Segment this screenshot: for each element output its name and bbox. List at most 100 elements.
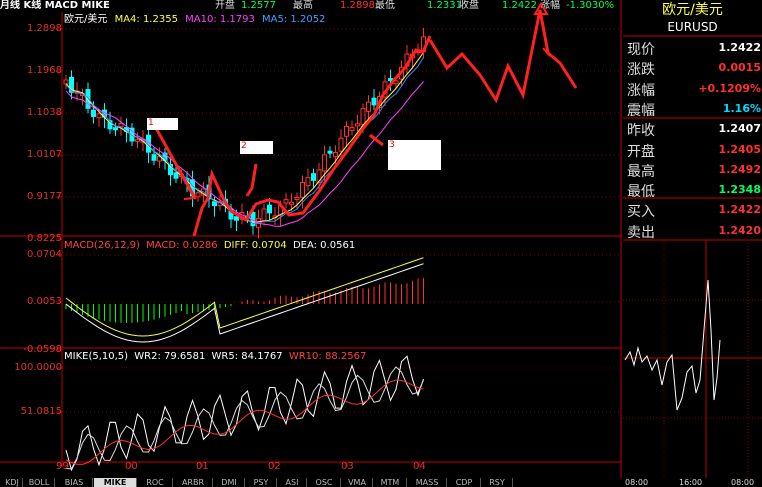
quote-row-label: 买入 <box>627 204 655 221</box>
tab-mtm[interactable]: MTM <box>374 478 407 487</box>
ma5-legend: MA5: 1.2052 <box>262 14 326 25</box>
time-label: 08:00 <box>625 478 649 487</box>
side-code: EURUSD <box>667 20 718 34</box>
quote-row-label: 最高 <box>627 163 655 180</box>
candlestick <box>135 138 140 142</box>
quote-row: 卖出 1.2420 <box>625 220 761 241</box>
macd-y-label: 0.0704 <box>27 249 62 260</box>
candlestick <box>300 182 305 198</box>
quote-row-label: 昨收 <box>627 123 655 140</box>
candlestick <box>283 199 289 204</box>
tab-rsy[interactable]: RSY <box>482 478 513 487</box>
tab-mass[interactable]: MASS <box>408 478 447 487</box>
candlestick <box>195 192 201 198</box>
candlestick <box>63 79 69 85</box>
candlestick <box>333 151 338 158</box>
tab-roc[interactable]: ROC <box>138 478 173 487</box>
candlestick <box>234 216 239 221</box>
candlestick <box>338 137 344 152</box>
main-y-label: 1.0107 <box>27 149 62 160</box>
main-y-label: 1.2898 <box>27 23 62 34</box>
quote-row-value: 1.2422 <box>718 41 761 54</box>
candlestick <box>261 208 267 221</box>
candlestick <box>322 154 327 172</box>
main-legend: 欧元/美元 MA4: 1.2355 MA10: 1.1793 MA5: 1.20… <box>64 14 325 26</box>
mike-y-label: 51.0815 <box>20 406 62 417</box>
tab-arbr[interactable]: ARBR <box>174 478 213 487</box>
quote-row-label: 涨幅 <box>627 82 655 99</box>
ma10-legend: MA10: 1.1793 <box>185 14 255 25</box>
tab-osc[interactable]: OSC <box>308 478 341 487</box>
quote-row-value: 1.16% <box>722 101 761 115</box>
arrow-line <box>245 163 258 197</box>
tab-kdj[interactable]: KDJ <box>2 478 23 487</box>
main-y-label: 0.9177 <box>27 191 62 202</box>
quote-row-value: 1.2492 <box>718 162 761 176</box>
candlestick <box>118 123 124 128</box>
quote-row-value: 1.2422 <box>718 203 761 217</box>
tab-mike[interactable]: MIKE <box>94 478 137 487</box>
candlestick <box>327 150 333 154</box>
wr10-value: WR10: 88.2567 <box>288 351 367 362</box>
projection-line <box>428 9 578 104</box>
x-axis-label: 02 <box>268 461 281 472</box>
quote-row-value: 1.2405 <box>718 142 761 156</box>
time-label: 08:00 <box>731 478 755 487</box>
main-y-label: 0.8225 <box>27 233 62 244</box>
tab-psy[interactable]: PSY <box>246 478 277 487</box>
wr5-value: WR5: 84.1767 <box>211 351 283 362</box>
quote-row-value: 0.0015 <box>718 61 761 75</box>
quote-row: 涨幅 +0.1209% <box>625 78 761 99</box>
x-axis-label: 01 <box>196 461 209 472</box>
indicator-tab-bar: KDJ BOLL BIAS MIKE ROC ARBR DMI PSY ASI OSC VMA MTM… <box>0 478 622 487</box>
annotation-note-2: 2 <box>240 141 273 154</box>
candlestick <box>91 109 96 117</box>
side-title: 欧元/美元 <box>662 2 723 18</box>
quote-row-label: 涨跌 <box>627 62 655 79</box>
tab-bias[interactable]: BIAS <box>56 478 93 487</box>
quote-row: 最低 1.2348 <box>625 179 761 200</box>
macd-legend: MACD(26,12,9) MACD: 0.0286 DIFF: 0.0704 … <box>64 240 355 252</box>
macd-y-label: 0.0053 <box>27 296 62 307</box>
ma4-legend: MA4: 1.2355 <box>114 14 178 25</box>
quote-row: 买入 1.2422 <box>625 199 761 220</box>
candlestick <box>344 125 349 137</box>
x-axis-label: 04 <box>413 461 426 472</box>
arrow-line <box>154 127 197 199</box>
tab-dmi[interactable]: DMI <box>214 478 245 487</box>
mike-title: MIKE(5,10,5) <box>64 351 129 362</box>
tab-vma[interactable]: VMA <box>342 478 373 487</box>
ma4-line <box>65 52 424 223</box>
quote-row-label: 最低 <box>627 184 655 201</box>
quote-row: 震幅 1.16% <box>625 98 761 119</box>
trend-line <box>192 35 432 237</box>
candlestick <box>360 108 366 125</box>
quote-row-label: 开盘 <box>627 143 655 160</box>
annotation-note-3: 3 <box>388 140 441 170</box>
quote-row-value: 1.2348 <box>718 183 761 197</box>
candlestick <box>96 113 102 119</box>
main-y-label: 1.1968 <box>27 65 62 76</box>
quote-row-value: +0.1209% <box>698 81 761 95</box>
candlestick <box>294 197 300 201</box>
candlestick <box>366 101 371 112</box>
x-axis-label: 00 <box>125 461 138 472</box>
x-axis-label: 99 <box>56 461 69 472</box>
quote-row-value: 1.2420 <box>718 223 761 237</box>
quote-row-label: 震幅 <box>627 102 655 119</box>
tab-asi[interactable]: ASI <box>278 478 307 487</box>
macd-y-label: -0.0598 <box>23 344 62 355</box>
diff-line <box>65 257 424 337</box>
quote-row-label: 卖出 <box>627 224 655 241</box>
quote-row: 现价 1.2422 <box>625 37 761 58</box>
mike-legend: MIKE(5,10,5) WR2: 79.6581 WR5: 84.1767 W… <box>64 351 366 363</box>
wr2-value: WR2: 79.6581 <box>134 351 206 362</box>
arrow-line <box>369 133 384 147</box>
symbol-legend: 欧元/美元 <box>64 14 108 25</box>
macd-value: MACD: 0.0286 <box>146 240 218 251</box>
mike-y-label: 100.0000 <box>14 362 62 373</box>
tab-boll[interactable]: BOLL <box>24 478 55 487</box>
annotation-note-1: 1 <box>147 118 178 130</box>
tab-cdp[interactable]: CDP <box>448 478 481 487</box>
candlestick <box>355 123 360 127</box>
